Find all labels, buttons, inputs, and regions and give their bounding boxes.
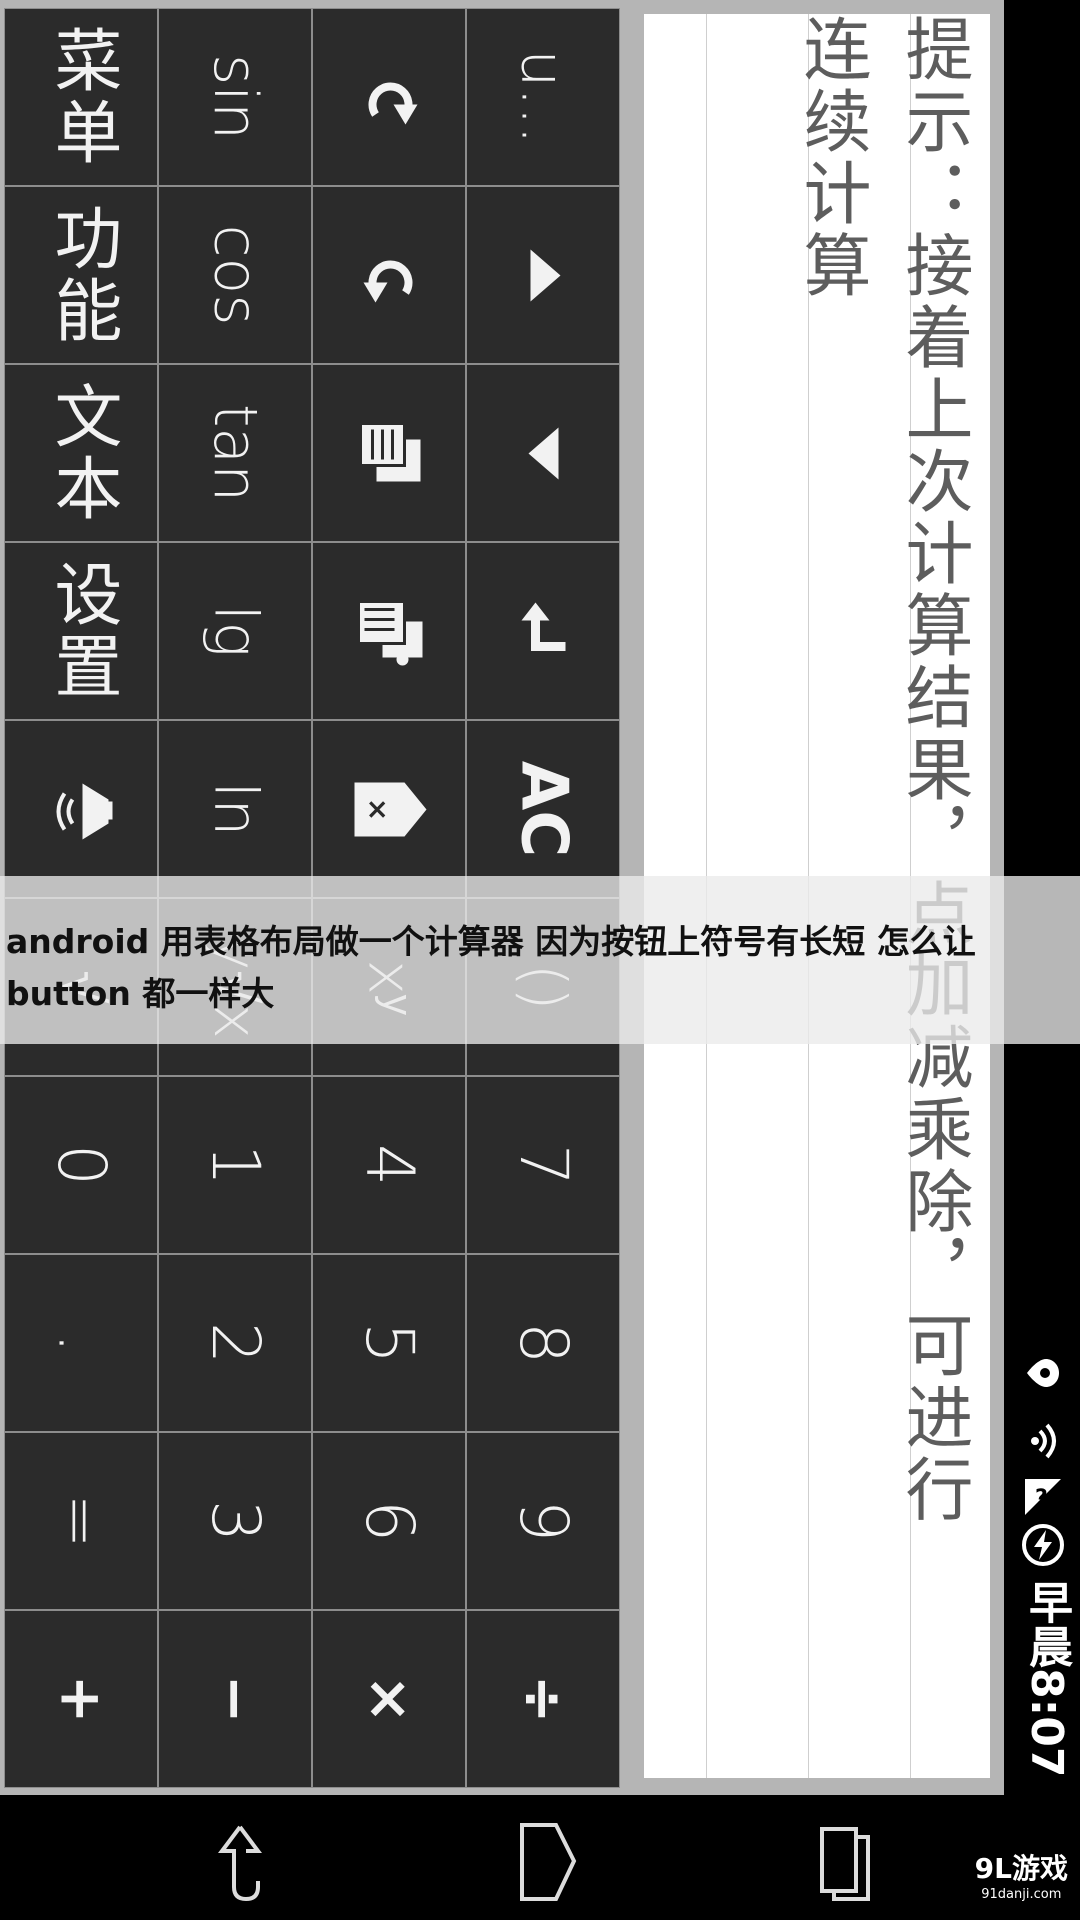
key-button[interactable] [466, 542, 620, 720]
key-button[interactable]: lg [158, 542, 312, 720]
undo-icon [353, 62, 426, 132]
triangle-down-icon [512, 423, 575, 483]
key-label: 3 [197, 1500, 274, 1542]
key-button[interactable]: tan [158, 364, 312, 542]
key-label: sin [200, 54, 270, 140]
key-button[interactable]: u... [466, 8, 620, 186]
back-button[interactable] [196, 1817, 286, 1907]
key-label: 0 [43, 1144, 120, 1186]
key-button[interactable]: 文本 [4, 364, 158, 542]
key-button[interactable] [312, 186, 466, 364]
back-icon [218, 1825, 262, 1902]
key-button[interactable]: ÷ [466, 1610, 620, 1788]
watermark: 9L游戏 91danji.com [975, 1847, 1068, 1902]
key-button[interactable] [4, 720, 158, 898]
navigation-bar: 9L游戏 91danji.com [0, 1795, 1080, 1920]
key-button[interactable]: 8 [466, 1254, 620, 1432]
key-label: = [43, 1493, 120, 1549]
key-button[interactable]: × [312, 720, 466, 898]
speaker-icon [40, 769, 123, 849]
key-label: 9 [505, 1500, 582, 1542]
key-label: 菜单 [42, 25, 121, 169]
battery-charging-icon [1020, 1522, 1066, 1568]
key-button[interactable] [466, 364, 620, 542]
location-icon [1020, 1350, 1066, 1396]
key-label: 设置 [42, 559, 121, 703]
key-label: − [200, 1674, 269, 1724]
key-button[interactable] [312, 8, 466, 186]
key-button[interactable]: × [312, 1610, 466, 1788]
key-button[interactable] [312, 542, 466, 720]
key-button[interactable]: 9 [466, 1432, 620, 1610]
key-button[interactable]: + [4, 1610, 158, 1788]
key-button[interactable]: 菜单 [4, 8, 158, 186]
recents-button[interactable] [802, 1817, 892, 1907]
key-button[interactable]: − [158, 1610, 312, 1788]
key-button[interactable] [312, 364, 466, 542]
key-label: 8 [505, 1322, 582, 1364]
home-icon [520, 1823, 577, 1901]
redo-icon [353, 240, 426, 310]
key-button[interactable]: cos [158, 186, 312, 364]
paste-icon [348, 591, 431, 671]
home-button[interactable] [500, 1817, 590, 1907]
key-label: 7 [505, 1144, 582, 1186]
key-button[interactable]: 1 [158, 1076, 312, 1254]
svg-text:×: × [362, 797, 395, 820]
backspace-icon: × [348, 774, 431, 844]
key-label: 文本 [42, 381, 121, 525]
key-label: cos [200, 224, 270, 326]
key-label: tan [199, 403, 270, 503]
recents-icon [820, 1827, 870, 1901]
key-label: + [46, 1674, 115, 1724]
key-button[interactable]: sin [158, 8, 312, 186]
key-label: ÷ [508, 1674, 577, 1724]
clock-time: 早晨8:07 [1021, 1580, 1072, 1778]
key-button[interactable]: AC [466, 720, 620, 898]
caption-overlay: android 用表格布局做一个计算器 因为按钮上符号有长短 怎么让button… [0, 876, 1080, 1044]
key-button[interactable]: 0 [4, 1076, 158, 1254]
signal-icon: ? [1020, 1474, 1066, 1520]
wifi-icon [1020, 1418, 1066, 1464]
key-button[interactable]: 3 [158, 1432, 312, 1610]
key-label: ln [199, 781, 270, 837]
triangle-up-icon [512, 245, 575, 305]
key-label: × [354, 1674, 423, 1724]
key-button[interactable]: = [4, 1432, 158, 1610]
key-label: 功能 [42, 203, 121, 347]
key-label: 6 [351, 1500, 428, 1542]
key-button[interactable]: 5 [312, 1254, 466, 1432]
key-button[interactable] [466, 186, 620, 364]
key-button[interactable]: ln [158, 720, 312, 898]
key-label: . [42, 1332, 120, 1354]
key-label: lg [200, 604, 270, 658]
key-label: u... [508, 49, 578, 145]
key-button[interactable]: 7 [466, 1076, 620, 1254]
watermark-brand: 9L游戏 [974, 1852, 1068, 1885]
key-label: AC [506, 760, 580, 858]
copy-icon [348, 413, 431, 493]
key-label: 5 [351, 1322, 428, 1364]
key-button[interactable]: 4 [312, 1076, 466, 1254]
svg-text:?: ? [1035, 1486, 1048, 1511]
key-button[interactable]: . [4, 1254, 158, 1432]
caption-text: android 用表格布局做一个计算器 因为按钮上符号有长短 怎么让button… [6, 922, 976, 1013]
key-button[interactable]: 6 [312, 1432, 466, 1610]
key-label: 4 [351, 1144, 428, 1186]
key-button[interactable]: 设置 [4, 542, 158, 720]
enter-icon [507, 596, 580, 666]
key-label: 2 [197, 1322, 274, 1364]
key-button[interactable]: 功能 [4, 186, 158, 364]
key-label: 1 [197, 1144, 274, 1186]
key-button[interactable]: 2 [158, 1254, 312, 1432]
watermark-site: 91danji.com [981, 1887, 1062, 1902]
